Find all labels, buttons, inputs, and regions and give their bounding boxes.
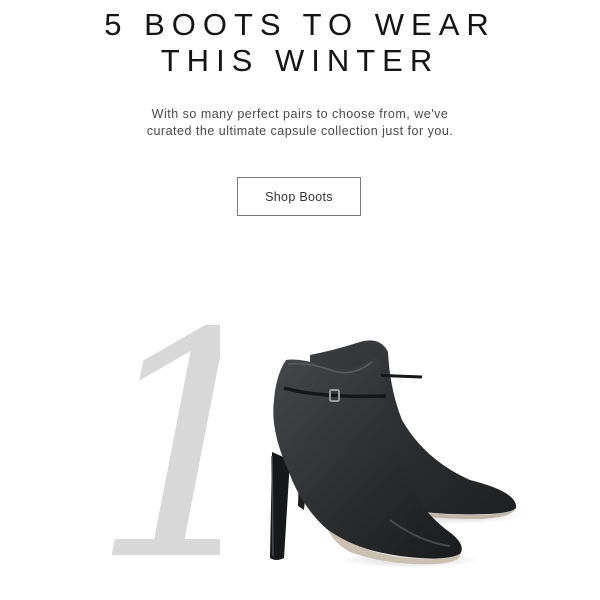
- feature-number-text: 1: [90, 300, 220, 570]
- headline-line-2: THIS WINTER: [160, 43, 440, 78]
- shop-boots-button[interactable]: Shop Boots: [237, 177, 361, 216]
- black-leather-ankle-boots-icon[interactable]: [240, 320, 540, 580]
- subtitle-line-1: With so many perfect pairs to choose fro…: [151, 107, 449, 121]
- feature-number-one: 1: [90, 300, 220, 570]
- headline-line-1: 5 BOOTS TO WEAR: [104, 7, 496, 42]
- shop-boots-button-label: Shop Boots: [265, 189, 333, 204]
- email-page: 5 BOOTS TO WEAR THIS WINTER With so many…: [0, 0, 600, 600]
- subtitle-line-2: curated the ultimate capsule collection …: [146, 124, 454, 138]
